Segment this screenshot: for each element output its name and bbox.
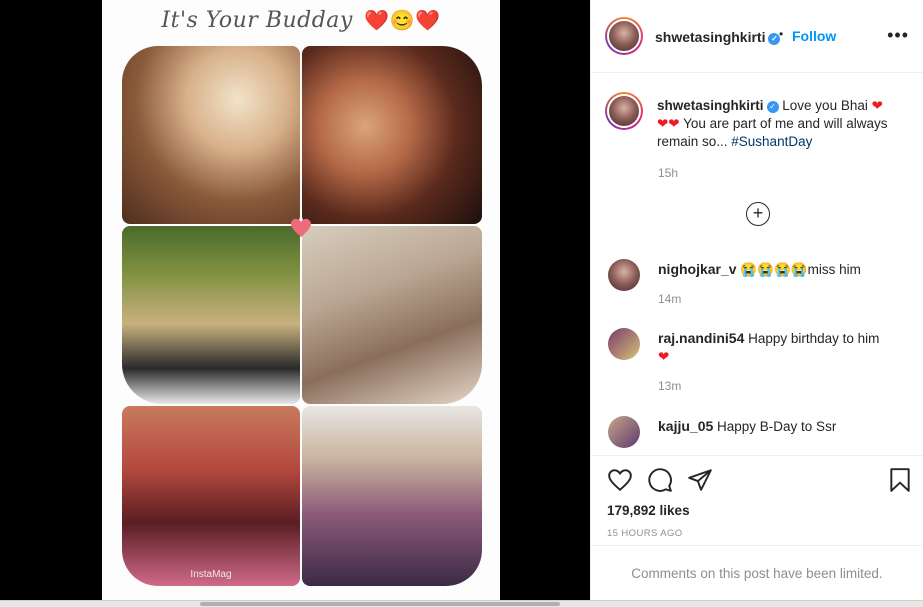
caption-username[interactable]: shwetasinghkirti xyxy=(657,98,764,113)
share-paper-plane-icon[interactable] xyxy=(687,467,713,493)
photo-childhood xyxy=(122,46,300,224)
more-options-icon[interactable]: ••• xyxy=(887,25,909,46)
collage-card: It's Your Budday ❤️😊❤️ InstaMag xyxy=(102,0,500,600)
author-avatar[interactable] xyxy=(605,17,643,55)
heart-emoji: ❤ xyxy=(871,98,883,113)
post-media[interactable]: It's Your Budday ❤️😊❤️ InstaMag xyxy=(0,0,590,600)
likes-count[interactable]: 179,892 likes xyxy=(607,503,690,518)
commenter-username[interactable]: nighojkar_v xyxy=(658,261,737,277)
follow-button[interactable]: Follow xyxy=(792,28,836,44)
collage-title-emojis: ❤️😊❤️ xyxy=(364,8,441,32)
save-bookmark-icon[interactable] xyxy=(887,467,913,493)
photo-with-baby xyxy=(122,226,300,404)
caption-text: shwetasinghkirti ✓ Love you Bhai ❤ ❤❤ You … xyxy=(657,97,907,151)
comment-time[interactable]: 14m xyxy=(658,292,681,306)
heart-emoji: ❤❤ xyxy=(657,116,680,131)
comment-text: nighojkar_v 😭😭😭😭miss him xyxy=(658,260,908,279)
photo-hug xyxy=(302,46,482,224)
collage-title: It's Your Budday ❤️😊❤️ xyxy=(102,8,500,33)
comment-time[interactable]: 13m xyxy=(658,379,681,393)
photo-embrace xyxy=(302,226,482,404)
commenter-username[interactable]: raj.nandini54 xyxy=(658,330,744,346)
photo-family-group xyxy=(302,406,482,586)
watermark: InstaMag xyxy=(190,569,232,580)
heart-emoji: ❤ xyxy=(658,349,670,364)
post-actions: 179,892 likes 15 HOURS AGO xyxy=(591,455,923,545)
heart-icon xyxy=(291,218,311,238)
comments-limited-notice: Comments on this post have been limited. xyxy=(591,545,923,600)
like-heart-icon[interactable] xyxy=(607,467,633,493)
caption-time[interactable]: 15h xyxy=(658,166,678,180)
caption-avatar[interactable] xyxy=(605,92,643,130)
load-more-comments-button[interactable]: + xyxy=(746,202,770,226)
post-header: shwetasinghkirti ✓ • Follow ••• xyxy=(591,0,923,73)
verified-icon: ✓ xyxy=(766,101,779,113)
comment-body: 😭😭😭😭miss him xyxy=(736,262,861,277)
commenter-username[interactable]: kajju_05 xyxy=(658,418,713,434)
collage-title-text: It's Your Budday xyxy=(161,8,353,33)
post-timestamp[interactable]: 15 HOURS AGO xyxy=(607,528,683,539)
commenter-avatar[interactable] xyxy=(608,328,640,360)
commenter-avatar[interactable] xyxy=(608,416,640,448)
caption-body-1: Love you Bhai xyxy=(778,98,872,113)
comment-text: kajju_05 Happy B-Day to Ssr xyxy=(658,417,908,436)
photo-selfie: InstaMag xyxy=(122,406,300,586)
hashtag-link[interactable]: #SushantDay xyxy=(731,134,812,149)
commenter-avatar[interactable] xyxy=(608,259,640,291)
comment-body: Happy B-Day to Ssr xyxy=(713,419,837,434)
post-sidebar: shwetasinghkirti ✓ • Follow ••• shwetasin… xyxy=(590,0,923,600)
comment-text: raj.nandini54 Happy birthday to him ❤ xyxy=(658,329,908,366)
author-username[interactable]: shwetasinghkirti ✓ xyxy=(655,29,781,45)
author-username-text[interactable]: shwetasinghkirti xyxy=(655,29,765,45)
comment-body: Happy birthday to him xyxy=(744,331,880,346)
header-separator: • xyxy=(779,27,784,41)
scrollbar-thumb[interactable] xyxy=(200,602,560,606)
horizontal-scrollbar[interactable] xyxy=(0,600,923,607)
comment-bubble-icon[interactable] xyxy=(647,467,673,493)
